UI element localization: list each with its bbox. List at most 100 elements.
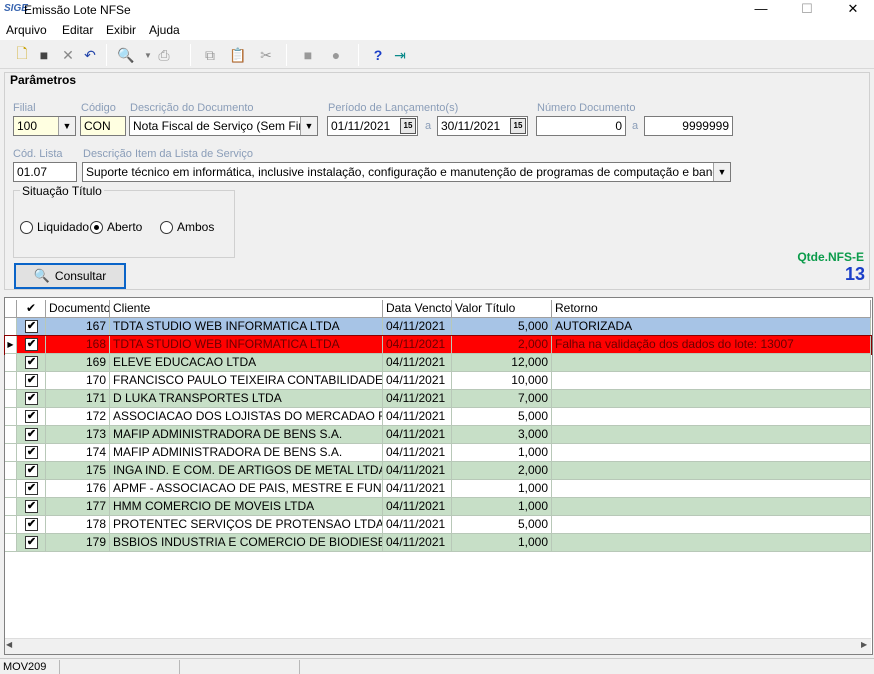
cell-retorno bbox=[552, 444, 871, 462]
save-icon[interactable]: ■ bbox=[34, 45, 54, 65]
calendar-icon[interactable]: 15 bbox=[510, 118, 526, 134]
radio-aberto[interactable]: Aberto bbox=[90, 220, 142, 234]
row-checkbox[interactable]: ✔ bbox=[25, 410, 38, 423]
row-checkbox[interactable]: ✔ bbox=[25, 392, 38, 405]
paste-icon[interactable]: 📋 bbox=[228, 45, 248, 65]
filial-value: 100 bbox=[17, 119, 38, 133]
table-row[interactable]: ▶ ✔ 168 TDTA STUDIO WEB INFORMATICA LTDA 04/… bbox=[4, 335, 872, 355]
cell-documento: 179 bbox=[46, 534, 110, 552]
check-cell: ✔ bbox=[17, 408, 46, 426]
row-indicator bbox=[5, 462, 17, 480]
desc-item-select[interactable]: Suporte técnico em informática, inclusiv… bbox=[82, 162, 731, 182]
qtde-label: Qtde.NFS-E bbox=[797, 250, 864, 264]
cell-documento: 173 bbox=[46, 426, 110, 444]
row-checkbox[interactable]: ✔ bbox=[25, 500, 38, 513]
radio-circle[interactable] bbox=[90, 220, 103, 234]
table-row[interactable]: ✔ 167 TDTA STUDIO WEB INFORMATICA LTDA 04/1… bbox=[5, 318, 871, 336]
radio-aberto-label: Aberto bbox=[107, 220, 143, 234]
row-indicator-header bbox=[5, 300, 17, 318]
table-row[interactable]: ✔ 175 INGA IND. E COM. DE ARTIGOS DE METAL… bbox=[5, 462, 871, 480]
calendar-icon[interactable]: 15 bbox=[400, 118, 416, 134]
status-cell bbox=[180, 660, 300, 674]
table-row[interactable]: ✔ 178 PROTENTEC SERVIÇOS DE PROTENSAO LTDA… bbox=[5, 516, 871, 534]
table-row[interactable]: ✔ 169 ELEVE EDUCACAO LTDA 04/11/2021 12,000 bbox=[5, 354, 871, 372]
numero-to-field[interactable]: 9999999 bbox=[644, 116, 733, 136]
periodo-from-field[interactable]: 01/11/2021 15 bbox=[327, 116, 418, 136]
maximize-button[interactable]: ☐ bbox=[784, 0, 830, 20]
row-checkbox[interactable]: ✔ bbox=[25, 446, 38, 459]
first-icon[interactable]: ■ bbox=[298, 45, 318, 65]
codigo-field[interactable]: CON bbox=[80, 116, 126, 136]
row-checkbox[interactable]: ✔ bbox=[25, 536, 38, 549]
table-row[interactable]: ✔ 174 MAFIP ADMINISTRADORA DE BENS S.A. 04/… bbox=[5, 444, 871, 462]
menu-editar[interactable]: Editar bbox=[62, 23, 93, 37]
radio-circle[interactable] bbox=[20, 220, 33, 234]
toolbar-separator bbox=[358, 44, 359, 66]
row-checkbox[interactable]: ✔ bbox=[25, 428, 38, 441]
col-cliente[interactable]: Cliente bbox=[110, 300, 383, 318]
table-row[interactable]: ✔ 172 ASSOCIACAO DOS LOJISTAS DO MERCADAO … bbox=[5, 408, 871, 426]
cell-cliente: APMF - ASSOCIACAO DE PAIS, MESTRE E FUNC… bbox=[110, 480, 383, 498]
table-row[interactable]: ✔ 177 HMM COMERCIO DE MOVEIS LTDA 04/11/202… bbox=[5, 498, 871, 516]
row-checkbox[interactable]: ✔ bbox=[25, 482, 38, 495]
horizontal-scrollbar[interactable] bbox=[5, 638, 871, 654]
table-row[interactable]: ✔ 170 FRANCISCO PAULO TEIXEIRA CONTABILIDA… bbox=[5, 372, 871, 390]
cell-cliente: ASSOCIACAO DOS LOJISTAS DO MERCADAO FRAT… bbox=[110, 408, 383, 426]
chevron-down-icon[interactable]: ▼ bbox=[300, 117, 317, 135]
minimize-button[interactable]: — bbox=[738, 0, 784, 20]
table-row[interactable]: ✔ 176 APMF - ASSOCIACAO DE PAIS, MESTRE E … bbox=[5, 480, 871, 498]
last-icon[interactable]: ● bbox=[326, 45, 346, 65]
row-checkbox[interactable]: ✔ bbox=[25, 374, 38, 387]
cell-retorno bbox=[552, 408, 871, 426]
table-row[interactable]: ✔ 171 D LUKA TRANSPORTES LTDA 04/11/2021 7,0… bbox=[5, 390, 871, 408]
col-data[interactable]: Data Vencto. bbox=[383, 300, 452, 318]
col-check[interactable]: ✔ bbox=[17, 300, 46, 318]
menu-ajuda[interactable]: Ajuda bbox=[149, 23, 180, 37]
periodo-to-field[interactable]: 30/11/2021 15 bbox=[437, 116, 528, 136]
numero-from-field[interactable]: 0 bbox=[536, 116, 626, 136]
filial-select[interactable]: 100 ▼ bbox=[13, 116, 76, 136]
col-valor[interactable]: Valor Título bbox=[452, 300, 552, 318]
chevron-down-icon[interactable]: ▼ bbox=[713, 163, 730, 181]
undo-icon[interactable]: ↶ bbox=[80, 45, 100, 65]
consultar-label: Consultar bbox=[54, 269, 107, 283]
radio-circle[interactable] bbox=[160, 220, 173, 234]
copy-icon[interactable]: ⧉ bbox=[200, 45, 220, 65]
cell-data: 04/11/2021 bbox=[383, 426, 452, 444]
cell-valor: 3,000 bbox=[452, 426, 552, 444]
scroll-left-icon[interactable]: ◀ bbox=[6, 640, 12, 649]
radio-ambos[interactable]: Ambos bbox=[160, 220, 214, 234]
status-cell bbox=[60, 660, 180, 674]
window-title: Emissão Lote NFSe bbox=[24, 3, 131, 17]
exit-icon[interactable]: ⇥ bbox=[390, 45, 410, 65]
menu-exibir[interactable]: Exibir bbox=[106, 23, 136, 37]
new-icon[interactable]: 🗋 bbox=[12, 45, 32, 65]
cell-retorno: AUTORIZADA bbox=[552, 318, 871, 336]
col-documento[interactable]: Documento bbox=[46, 300, 110, 318]
delete-icon[interactable]: ✕ bbox=[58, 45, 78, 65]
cod-lista-field[interactable]: 01.07 bbox=[13, 162, 77, 182]
row-checkbox[interactable]: ✔ bbox=[25, 320, 38, 333]
cut-icon[interactable]: ✂ bbox=[256, 45, 276, 65]
help-icon[interactable]: ? bbox=[368, 45, 388, 65]
menu-arquivo[interactable]: Arquivo bbox=[6, 23, 47, 37]
close-button[interactable]: ✕ bbox=[830, 0, 874, 20]
cell-data: 04/11/2021 bbox=[383, 390, 452, 408]
chevron-down-icon[interactable]: ▼ bbox=[58, 117, 75, 135]
row-checkbox[interactable]: ✔ bbox=[25, 518, 38, 531]
consultar-button[interactable]: 🔍 Consultar bbox=[14, 263, 126, 289]
col-retorno[interactable]: Retorno bbox=[552, 300, 871, 318]
print-icon[interactable]: ⎙ bbox=[154, 45, 174, 65]
radio-liquidado[interactable]: Liquidado bbox=[20, 220, 89, 234]
scroll-right-icon[interactable]: ▶ bbox=[861, 640, 867, 649]
cell-valor: 1,000 bbox=[452, 444, 552, 462]
descricao-select[interactable]: Nota Fiscal de Serviço (Sem Financeiro) … bbox=[129, 116, 318, 136]
preview-icon[interactable]: 🔍 bbox=[116, 45, 136, 65]
cell-valor: 2,000 bbox=[452, 336, 552, 354]
table-row[interactable]: ✔ 179 BSBIOS INDUSTRIA E COMERCIO DE BIODI… bbox=[5, 534, 871, 552]
row-checkbox[interactable]: ✔ bbox=[25, 356, 38, 369]
row-checkbox[interactable]: ✔ bbox=[25, 338, 38, 351]
table-row[interactable]: ✔ 173 MAFIP ADMINISTRADORA DE BENS S.A. 04/… bbox=[5, 426, 871, 444]
row-checkbox[interactable]: ✔ bbox=[25, 464, 38, 477]
cell-cliente: INGA IND. E COM. DE ARTIGOS DE METAL LTD… bbox=[110, 462, 383, 480]
